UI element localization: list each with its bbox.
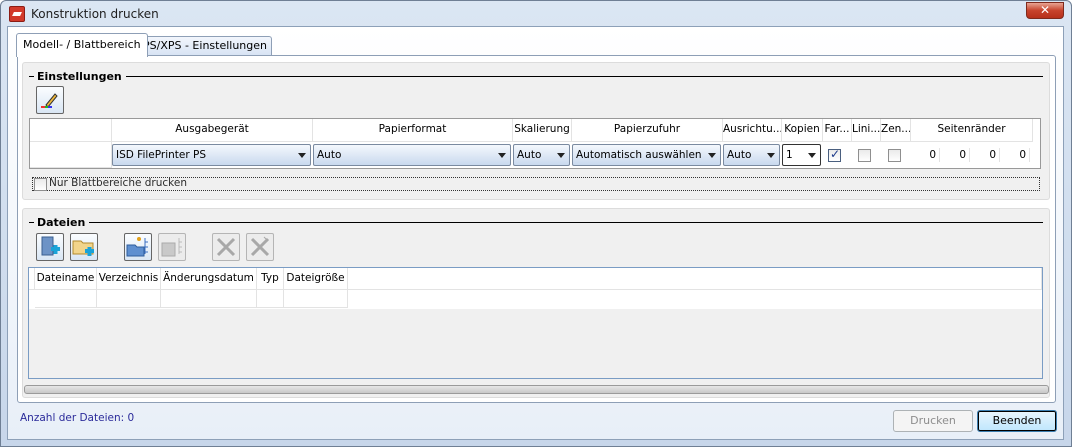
col-zentriert: Zen... xyxy=(881,119,911,142)
col-linien: Lini... xyxy=(852,119,881,142)
col-dateiname[interactable]: Dateiname xyxy=(35,268,97,290)
files-empty-cell xyxy=(284,290,348,308)
farbe-checkbox[interactable] xyxy=(828,147,841,162)
tab-modell-blattbereich[interactable]: Modell- / Blattbereich xyxy=(16,33,148,57)
col-kopien: Kopien xyxy=(782,119,823,142)
delete-all-icon xyxy=(250,236,270,257)
delete-all-button[interactable] xyxy=(246,233,274,261)
zentriert-checkbox[interactable] xyxy=(888,149,901,162)
col-typ[interactable]: Typ xyxy=(257,268,284,290)
kopien-value: 1 xyxy=(786,149,793,161)
col-seitenraender: Seitenränder xyxy=(911,119,1033,142)
col-papierzufuhr: Papierzufuhr xyxy=(572,119,723,142)
files-empty-cell xyxy=(161,290,257,308)
close-dialog-button[interactable]: Beenden xyxy=(977,410,1057,432)
file-count-label: Anzahl der Dateien: 0 xyxy=(20,412,135,424)
open-folder-tree-button[interactable] xyxy=(124,233,152,261)
title-bar: Konstruktion drucken ✕ xyxy=(1,1,1071,27)
row-header xyxy=(30,142,112,168)
papierformat-value: Auto xyxy=(317,149,342,161)
horizontal-scrollbar[interactable] xyxy=(24,385,1049,394)
rand-oben[interactable]: 0 xyxy=(942,148,970,162)
chevron-down-icon xyxy=(808,153,816,158)
skalierung-value: Auto xyxy=(517,149,542,161)
rand-links[interactable]: 0 xyxy=(912,148,940,162)
files-header-filler xyxy=(348,268,1042,290)
chevron-down-icon xyxy=(557,153,565,158)
edit-settings-button[interactable] xyxy=(36,86,64,114)
pen-color-icon xyxy=(41,93,58,108)
chevron-down-icon xyxy=(298,153,306,158)
delete-button[interactable] xyxy=(212,233,240,261)
close-icon: ✕ xyxy=(1039,3,1051,17)
open-folder-tree-icon xyxy=(126,237,148,257)
ausgabegeraet-value: ISD FilePrinter PS xyxy=(116,149,207,161)
settings-title: Einstellungen xyxy=(29,70,126,83)
tab-ps-xps-einstellungen[interactable]: PS/XPS - Einstellungen xyxy=(138,36,273,55)
col-verzeichnis[interactable]: Verzeichnis xyxy=(97,268,161,290)
col-farbe: Far... xyxy=(823,119,852,142)
app-icon xyxy=(9,6,25,22)
files-empty-area xyxy=(29,309,1042,378)
add-file-button[interactable] xyxy=(36,233,64,261)
rand-rechts[interactable]: 0 xyxy=(972,148,1000,162)
chevron-down-icon xyxy=(767,153,775,158)
files-empty-cell xyxy=(257,290,284,308)
chevron-down-icon xyxy=(498,153,506,158)
skalierung-select[interactable]: Auto xyxy=(513,144,570,166)
kopien-select[interactable]: 1 xyxy=(782,144,821,166)
nur-blattbereiche-checkbox[interactable] xyxy=(34,178,47,191)
ausrichtung-value: Auto xyxy=(727,149,752,161)
papierzufuhr-value: Automatisch auswählen xyxy=(576,149,702,161)
add-folder-button[interactable] xyxy=(70,233,98,261)
papierzufuhr-select[interactable]: Automatisch auswählen xyxy=(572,144,721,166)
delete-icon xyxy=(216,237,236,257)
col-papierformat: Papierformat xyxy=(313,119,513,142)
row-header-corner xyxy=(30,119,112,142)
save-tree-button[interactable] xyxy=(158,233,186,261)
papierformat-select[interactable]: Auto xyxy=(313,144,511,166)
col-ausrichtung: Ausrichtu... xyxy=(723,119,782,142)
rand-unten[interactable]: 0 xyxy=(1002,148,1030,162)
ausgabegeraet-select[interactable]: ISD FilePrinter PS xyxy=(112,144,311,166)
files-title: Dateien xyxy=(29,216,90,229)
nur-blattbereiche-row[interactable]: Nur Blattbereiche drucken xyxy=(32,177,1040,191)
chevron-down-icon xyxy=(708,153,716,158)
window-title: Konstruktion drucken xyxy=(31,7,159,21)
print-button[interactable]: Drucken xyxy=(893,410,973,432)
col-ausgabegeraet: Ausgabegerät xyxy=(112,119,313,142)
col-aenderungsdatum[interactable]: Änderungsdatum xyxy=(161,268,257,290)
files-empty-cell xyxy=(97,290,161,308)
close-button[interactable]: ✕ xyxy=(1026,2,1064,19)
files-table: Dateiname Verzeichnis Änderungsdatum Typ… xyxy=(28,267,1043,379)
linien-checkbox[interactable] xyxy=(858,149,871,162)
add-folder-icon xyxy=(72,240,94,256)
save-tree-icon xyxy=(161,238,182,257)
nur-blattbereiche-label: Nur Blattbereiche drucken xyxy=(49,177,187,189)
ausrichtung-select[interactable]: Auto xyxy=(723,144,780,166)
col-skalierung: Skalierung xyxy=(513,119,572,142)
col-dateigroesse[interactable]: Dateigröße xyxy=(284,268,348,290)
add-file-icon xyxy=(41,236,60,256)
files-empty-cell xyxy=(35,290,97,308)
